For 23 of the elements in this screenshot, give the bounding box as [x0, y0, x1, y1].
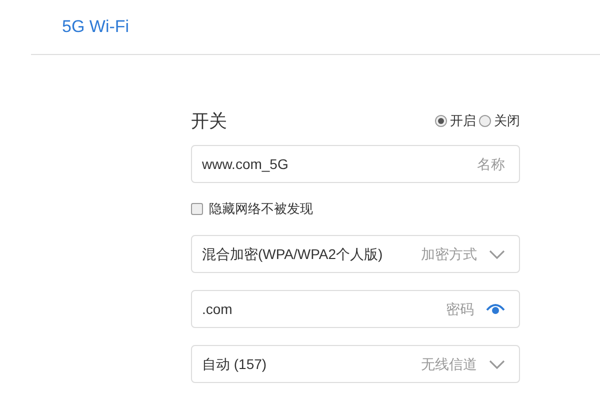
- radio-button[interactable]: [435, 115, 447, 127]
- select-field[interactable]: 混合加密(WPA/WPA2个人版) 加密方式: [191, 235, 520, 273]
- chevron-down-icon: [489, 250, 505, 258]
- switch-label: 开关: [191, 110, 227, 132]
- checkbox[interactable]: [191, 203, 203, 215]
- checkbox-label: 隐藏网络不被发现: [209, 200, 313, 218]
- password-field[interactable]: .com 密码: [191, 290, 520, 328]
- chevron-down-icon: [489, 360, 505, 368]
- radio-label: 开启: [450, 112, 476, 130]
- field-label: 无线信道: [421, 354, 477, 374]
- field-value: www.com_5G: [202, 154, 290, 174]
- page-title: 5G Wi-Fi: [62, 17, 130, 36]
- eye-icon[interactable]: [486, 303, 505, 315]
- field-label: 加密方式: [421, 244, 477, 264]
- field-label: 名称: [477, 154, 505, 174]
- radio-button[interactable]: [479, 115, 491, 127]
- field-value: 自动 (157): [202, 354, 268, 374]
- field-label: 密码: [446, 300, 474, 318]
- radio-label: 关闭: [494, 112, 520, 130]
- input-field[interactable]: www.com_5G 名称: [191, 145, 520, 183]
- field-value: 混合加密(WPA/WPA2个人版): [202, 244, 384, 264]
- field-value: .com: [202, 300, 234, 318]
- select-field[interactable]: 自动 (157) 无线信道: [191, 345, 520, 383]
